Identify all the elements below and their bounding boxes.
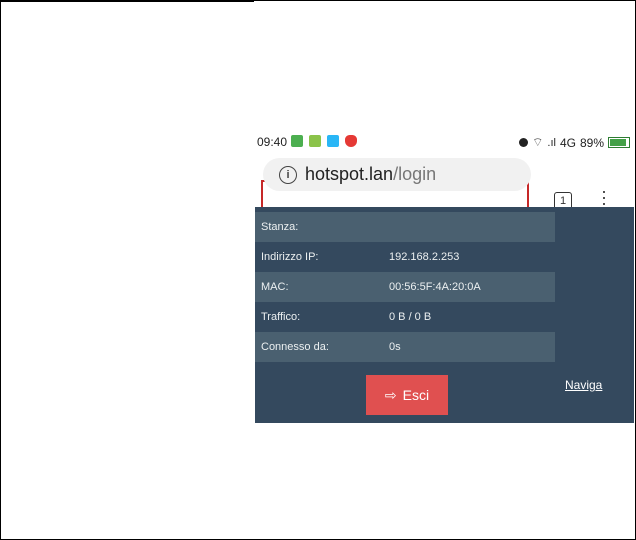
row-label: MAC:: [261, 281, 289, 293]
browser-address-bar: i hotspot.lan/login 1 · · ·: [257, 154, 631, 224]
android-icon: [309, 135, 321, 147]
battery-percent: 89%: [579, 135, 604, 150]
dnd-icon: [519, 138, 529, 147]
row-label: Connesso da:: [261, 341, 329, 353]
row-label: Traffico:: [261, 311, 301, 323]
status-right: ⌔ .ıl 4G 89%: [519, 135, 630, 150]
row-value: 0 B / 0 B: [389, 311, 432, 323]
more-menu-icon[interactable]: · · ·: [601, 182, 607, 212]
browse-link[interactable]: Naviga: [565, 378, 602, 392]
url-field[interactable]: i hotspot.lan/login: [263, 158, 531, 191]
battery-icon: [608, 137, 630, 148]
row-value: 00:56:5F:4A:20:0A: [389, 281, 481, 293]
row-value: 192.168.2.253: [389, 251, 460, 263]
info-row-stanza: Stanza:: [255, 212, 555, 242]
network-type: 4G: [559, 135, 576, 150]
wifi-icon: ⌔: [532, 135, 544, 149]
phone-screenshot: 09:40 ⌔ .ıl 4G 89% i hotspot.lan/login 1…: [255, 132, 634, 424]
logout-icon: ⇨: [384, 386, 397, 403]
captive-portal-panel: Stanza: Indirizzo IP: 192.168.2.253 MAC:…: [255, 207, 634, 423]
signal-icon: .ıl: [547, 136, 556, 149]
info-row-traffic: Traffico: 0 B / 0 B: [255, 302, 555, 332]
status-bar: 09:40 ⌔ .ıl 4G 89%: [255, 132, 634, 152]
row-label: Indirizzo IP:: [261, 251, 319, 263]
row-label: Stanza:: [261, 221, 299, 233]
info-row-ip: Indirizzo IP: 192.168.2.253: [255, 242, 555, 272]
info-row-connected: Connesso da: 0s: [255, 332, 555, 362]
logout-button[interactable]: ⇨ Esci: [366, 375, 448, 415]
url-path: /login: [393, 164, 437, 184]
info-icon[interactable]: i: [279, 166, 297, 184]
url-host: hotspot.lan: [305, 164, 394, 184]
info-row-mac: MAC: 00:56:5F:4A:20:0A: [255, 272, 555, 302]
shield-icon: [345, 135, 357, 147]
whatsapp-icon: [291, 135, 303, 147]
top-rule: [0, 0, 254, 2]
url-text: hotspot.lan/login: [305, 164, 436, 185]
logout-label: Esci: [402, 387, 430, 403]
row-value: 0s: [389, 341, 401, 353]
status-time: 09:40: [257, 135, 288, 149]
usb-icon: [327, 135, 339, 147]
